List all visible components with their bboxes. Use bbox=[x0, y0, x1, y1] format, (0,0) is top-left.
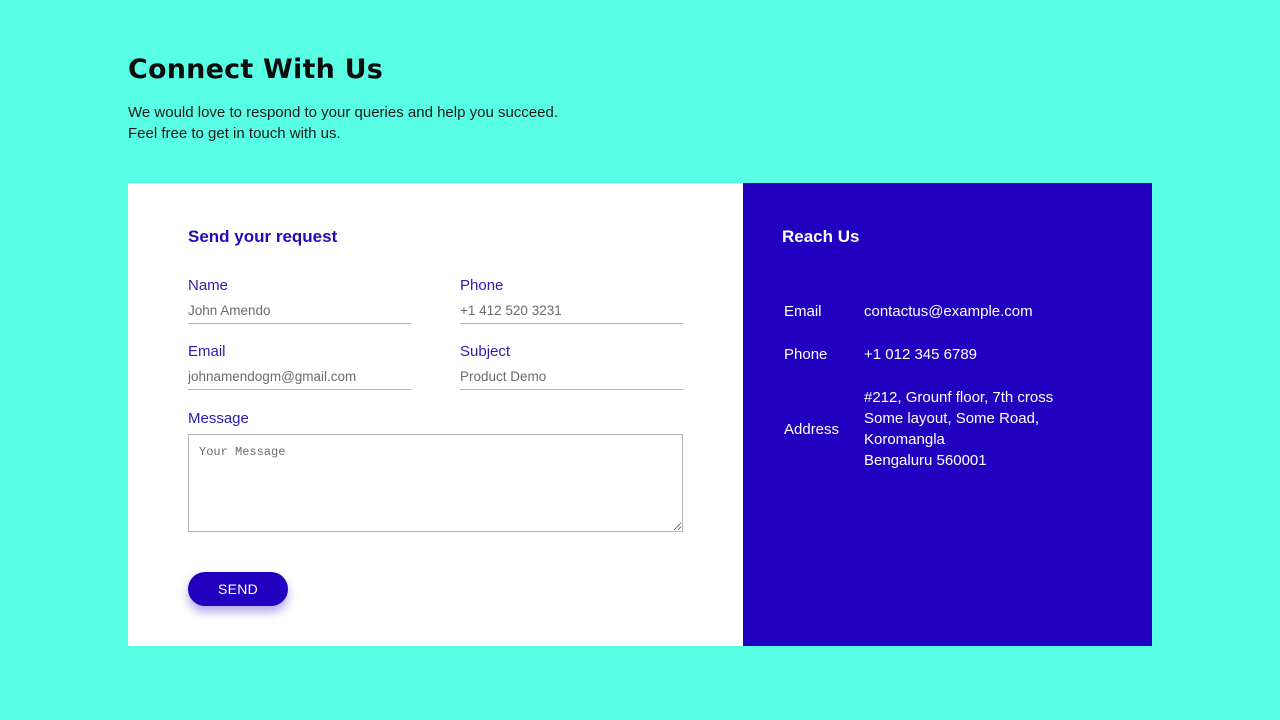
name-label: Name bbox=[188, 277, 229, 294]
contact-phone-value: +1 012 345 6789 bbox=[864, 346, 978, 363]
phone-label: Phone bbox=[460, 277, 504, 294]
address-line: Bengaluru 560001 bbox=[864, 452, 987, 469]
page-title: Connect With Us bbox=[128, 54, 383, 85]
contact-details: Email contactus@example.com Phone +1 012… bbox=[784, 301, 1053, 471]
contact-card: Send your request Name Phone Email Subje… bbox=[128, 183, 1152, 646]
intro-line: Feel free to get in touch with us. bbox=[128, 125, 341, 142]
subject-label: Subject bbox=[460, 343, 511, 360]
contact-email-label: Email bbox=[784, 303, 822, 320]
form-title: Send your request bbox=[188, 227, 338, 246]
send-button[interactable]: SEND bbox=[188, 572, 288, 606]
form-row: Name Phone bbox=[188, 277, 683, 324]
name-field-group: Name bbox=[188, 277, 411, 324]
intro-line: We would love to respond to your queries… bbox=[128, 104, 558, 121]
contact-phone-label: Phone bbox=[784, 346, 828, 363]
address-line: #212, Grounf floor, 7th cross bbox=[864, 389, 1054, 406]
message-label: Message bbox=[188, 410, 249, 427]
form-row: Email Subject bbox=[188, 343, 683, 390]
phone-input[interactable] bbox=[460, 300, 683, 324]
contact-row-email: Email contactus@example.com bbox=[784, 301, 1053, 322]
address-line: Some layout, Some Road, bbox=[864, 410, 1040, 427]
email-input[interactable] bbox=[188, 366, 411, 390]
message-field-group: Message bbox=[188, 410, 683, 532]
contact-row-address: Address #212, Grounf floor, 7th cross So… bbox=[784, 365, 1053, 471]
email-label: Email bbox=[188, 343, 226, 360]
subject-input[interactable] bbox=[460, 366, 683, 390]
email-field-group: Email bbox=[188, 343, 411, 390]
reach-us-title: Reach Us bbox=[782, 227, 860, 246]
name-input[interactable] bbox=[188, 300, 411, 324]
reach-us-panel: Reach Us Email contactus@example.com Pho… bbox=[743, 183, 1152, 646]
subject-field-group: Subject bbox=[460, 343, 683, 390]
contact-address-label: Address bbox=[784, 420, 840, 438]
message-textarea[interactable] bbox=[188, 434, 683, 532]
page-header: Connect With Us We would love to respond… bbox=[128, 52, 728, 144]
contact-address-value: #212, Grounf floor, 7th cross Some layou… bbox=[864, 365, 1053, 471]
intro-text: We would love to respond to your queries… bbox=[128, 102, 728, 144]
contact-email-value: contactus@example.com bbox=[864, 303, 1033, 320]
phone-field-group: Phone bbox=[460, 277, 683, 324]
address-line: Koromangla bbox=[864, 431, 945, 448]
request-form: Send your request Name Phone Email Subje… bbox=[128, 183, 743, 646]
contact-row-phone: Phone +1 012 345 6789 bbox=[784, 322, 1053, 365]
